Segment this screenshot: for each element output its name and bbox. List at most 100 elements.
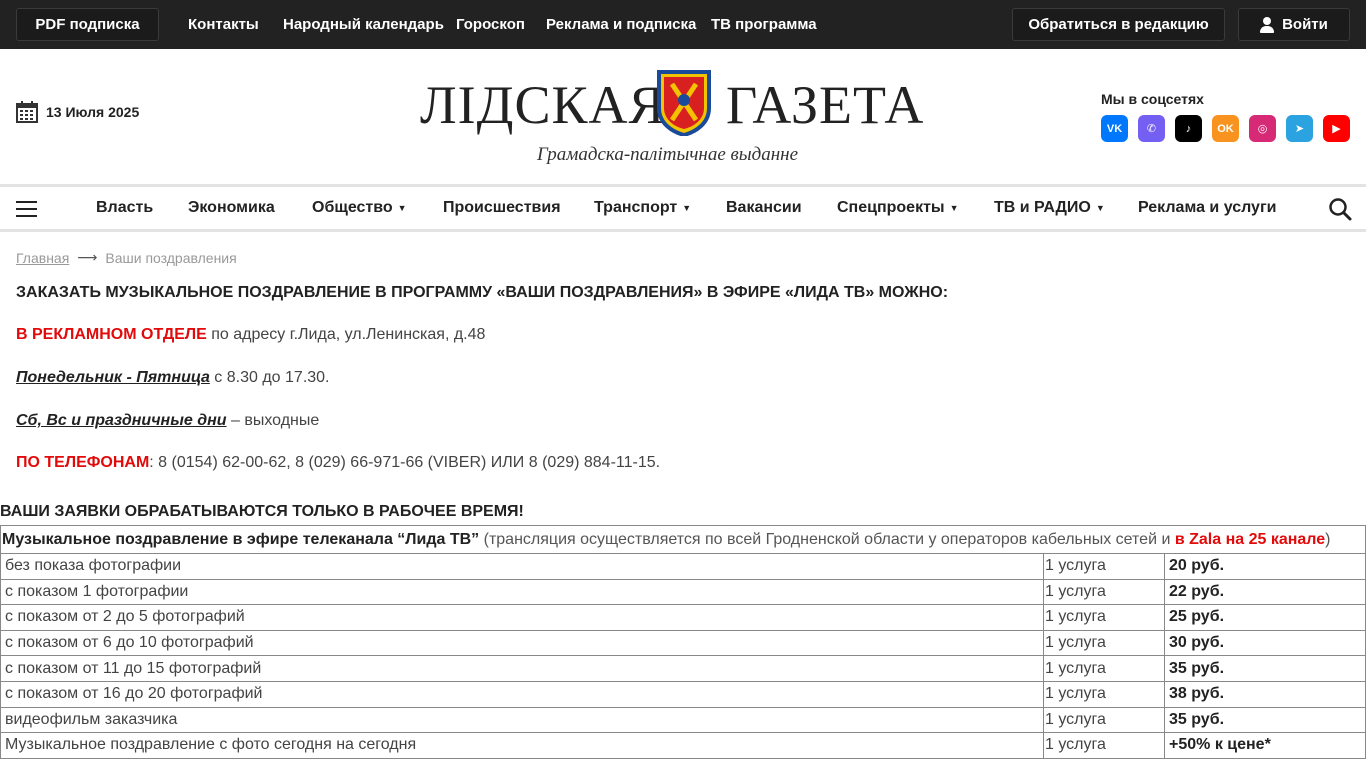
price-cell: 20 руб. — [1164, 553, 1366, 580]
header-red: в Zala на 25 канале — [1174, 531, 1326, 548]
table-row: Музыкальное поздравление с фото сегодня … — [0, 732, 1366, 759]
odnoklassniki-icon[interactable]: OK — [1212, 115, 1239, 142]
social-title: Мы в соцсетях — [1101, 91, 1204, 107]
price-cell: 38 руб. — [1164, 680, 1366, 708]
topbar-link-horoscope[interactable]: Гороскоп — [456, 0, 525, 49]
site-logo[interactable]: ЛІДСКАЯ ГАЗЕТА — [420, 64, 923, 144]
nav-item-transport[interactable]: Транспорт ▼ — [594, 187, 691, 229]
coat-of-arms-icon — [657, 70, 711, 136]
ad-department-label: В РЕКЛАМНОМ ОТДЕЛЕ — [16, 326, 207, 343]
search-icon[interactable] — [1328, 197, 1352, 221]
viber-icon[interactable]: ✆ — [1138, 115, 1165, 142]
service-cell: с показом от 16 до 20 фотографий — [0, 680, 1044, 708]
price-cell: 35 руб. — [1164, 706, 1366, 734]
caret-down-icon: ▼ — [1095, 203, 1105, 213]
service-cell: Музыкальное поздравление с фото сегодня … — [0, 732, 1044, 759]
nav-item-incidents[interactable]: Происшествия — [443, 187, 561, 229]
service-cell: с показом от 11 до 15 фотографий — [0, 655, 1044, 682]
weekend-line: Сб, Вс и праздничные дни – выходные — [16, 412, 319, 430]
caret-down-icon: ▼ — [949, 203, 959, 213]
main-nav: Власть Экономика Общество ▼ Происшествия … — [0, 184, 1366, 232]
caret-down-icon: ▼ — [682, 203, 692, 213]
site-tagline: Грамадска-палітычнае выданне — [536, 144, 799, 165]
current-date: 13 Июля 2025 — [16, 101, 139, 123]
price-cell: 30 руб. — [1164, 629, 1366, 657]
price-table: Музыкальное поздравление в эфире телекан… — [0, 525, 1366, 759]
table-row: с показом от 16 до 20 фотографий 1 услуга… — [0, 680, 1366, 708]
service-cell: без показа фотографии — [0, 553, 1044, 580]
topbar-link-folk-calendar[interactable]: Народный календарь — [283, 0, 444, 49]
logo-word-left: ЛІДСКАЯ — [420, 75, 666, 135]
nav-item-label: Реклама и услуги — [1138, 199, 1277, 216]
service-cell: с показом от 6 до 10 фотографий — [0, 629, 1044, 657]
price-table-header: Музыкальное поздравление в эфире телекан… — [0, 525, 1366, 554]
arrow-right-icon: ⟶ — [77, 249, 98, 265]
nav-item-economy[interactable]: Экономика — [188, 187, 275, 229]
breadcrumb-home-link[interactable]: Главная — [16, 250, 69, 266]
nav-item-ads-services[interactable]: Реклама и услуги — [1138, 187, 1276, 229]
ad-department-line: В РЕКЛАМНОМ ОТДЕЛЕ по адресу г.Лида, ул.… — [16, 326, 485, 344]
working-hours-notice: ВАШИ ЗАЯВКИ ОБРАБАТЫВАЮТСЯ ТОЛЬКО В РАБО… — [0, 503, 524, 520]
top-bar: PDF подписка Контакты Народный календарь… — [0, 0, 1366, 49]
nav-item-tv-radio[interactable]: ТВ и РАДИО ▼ — [994, 187, 1105, 229]
unit-cell: 1 услуга — [1043, 680, 1165, 708]
breadcrumb: Главная ⟶ Ваши поздравления — [16, 249, 237, 266]
topbar-link-contacts[interactable]: Контакты — [188, 0, 259, 49]
vk-icon[interactable]: VK — [1101, 115, 1128, 142]
header-text: (трансляция осуществляется по всей Гродн… — [479, 531, 1175, 548]
table-row: с показом от 6 до 10 фотографий 1 услуга 3… — [0, 629, 1366, 657]
table-row: с показом от 11 до 15 фотографий 1 услуга… — [0, 655, 1366, 682]
login-button[interactable]: Войти — [1238, 8, 1350, 41]
nav-item-society[interactable]: Общество ▼ — [312, 187, 407, 229]
table-row: с показом 1 фотографии 1 услуга 22 руб. — [0, 578, 1366, 606]
hamburger-menu-icon[interactable] — [16, 201, 37, 217]
phone-label: ПО ТЕЛЕФОНАМ — [16, 454, 150, 471]
weekend-text: – выходные — [226, 412, 320, 429]
calendar-icon — [16, 101, 38, 123]
instagram-icon[interactable]: ◎ — [1249, 115, 1276, 142]
logo-word-right: ГАЗЕТА — [726, 75, 925, 135]
nav-item-label: Власть — [96, 199, 154, 216]
contact-editorial-button[interactable]: Обратиться в редакцию — [1012, 8, 1225, 41]
header-bold: Музыкальное поздравление в эфире телекан… — [2, 531, 480, 548]
nav-item-label: Спецпроекты — [837, 199, 945, 216]
social-links: VK ✆ ♪ OK ◎ ➤ ▶ — [1101, 115, 1350, 142]
caret-down-icon: ▼ — [397, 203, 407, 213]
unit-cell: 1 услуга — [1043, 604, 1165, 631]
pdf-subscription-button[interactable]: PDF подписка — [16, 8, 159, 41]
topbar-link-ads-subscription[interactable]: Реклама и подписка — [546, 0, 696, 49]
unit-cell: 1 услуга — [1043, 629, 1165, 657]
weekdays-line: Понедельник - Пятница с 8.30 до 17.30. — [16, 369, 330, 387]
nav-item-label: Происшествия — [443, 199, 561, 216]
unit-cell: 1 услуга — [1043, 732, 1165, 759]
nav-item-label: Транспорт — [594, 199, 678, 216]
youtube-icon[interactable]: ▶ — [1323, 115, 1350, 142]
login-label: Войти — [1282, 16, 1328, 33]
phone-line: ПО ТЕЛЕФОНАМ: 8 (0154) 62-00-62, 8 (029)… — [16, 454, 660, 472]
price-table-header-row: Музыкальное поздравление в эфире телекан… — [0, 525, 1366, 554]
nav-item-label: Экономика — [188, 199, 275, 216]
service-cell: с показом 1 фотографии — [0, 578, 1044, 606]
nav-item-special-projects[interactable]: Спецпроекты ▼ — [837, 187, 959, 229]
unit-cell: 1 услуга — [1043, 655, 1165, 682]
unit-cell: 1 услуга — [1043, 706, 1165, 734]
tiktok-icon[interactable]: ♪ — [1175, 115, 1202, 142]
nav-item-vacancies[interactable]: Вакансии — [726, 187, 802, 229]
telegram-icon[interactable]: ➤ — [1286, 115, 1313, 142]
table-row: без показа фотографии 1 услуга 20 руб. — [0, 553, 1366, 580]
weekdays-label: Понедельник - Пятница — [16, 369, 210, 386]
weekdays-hours: с 8.30 до 17.30. — [209, 369, 330, 386]
ad-department-address: по адресу г.Лида, ул.Ленинская, д.48 — [206, 326, 486, 343]
header-close: ) — [1325, 531, 1331, 548]
topbar-link-tv-program[interactable]: ТВ программа — [711, 0, 817, 49]
nav-item-power[interactable]: Власть — [96, 187, 153, 229]
unit-cell: 1 услуга — [1043, 553, 1165, 580]
unit-cell: 1 услуга — [1043, 578, 1165, 606]
date-text: 13 Июля 2025 — [46, 104, 140, 120]
table-row: видеофильм заказчика 1 услуга 35 руб. — [0, 706, 1366, 734]
table-row: с показом от 2 до 5 фотографий 1 услуга 25… — [0, 604, 1366, 631]
nav-item-label: Вакансии — [726, 199, 802, 216]
nav-item-label: ТВ и РАДИО — [994, 199, 1091, 216]
nav-item-label: Общество — [312, 199, 393, 216]
page-heading: ЗАКАЗАТЬ МУЗЫКАЛЬНОЕ ПОЗДРАВЛЕНИЕ В ПРОГ… — [16, 284, 949, 301]
